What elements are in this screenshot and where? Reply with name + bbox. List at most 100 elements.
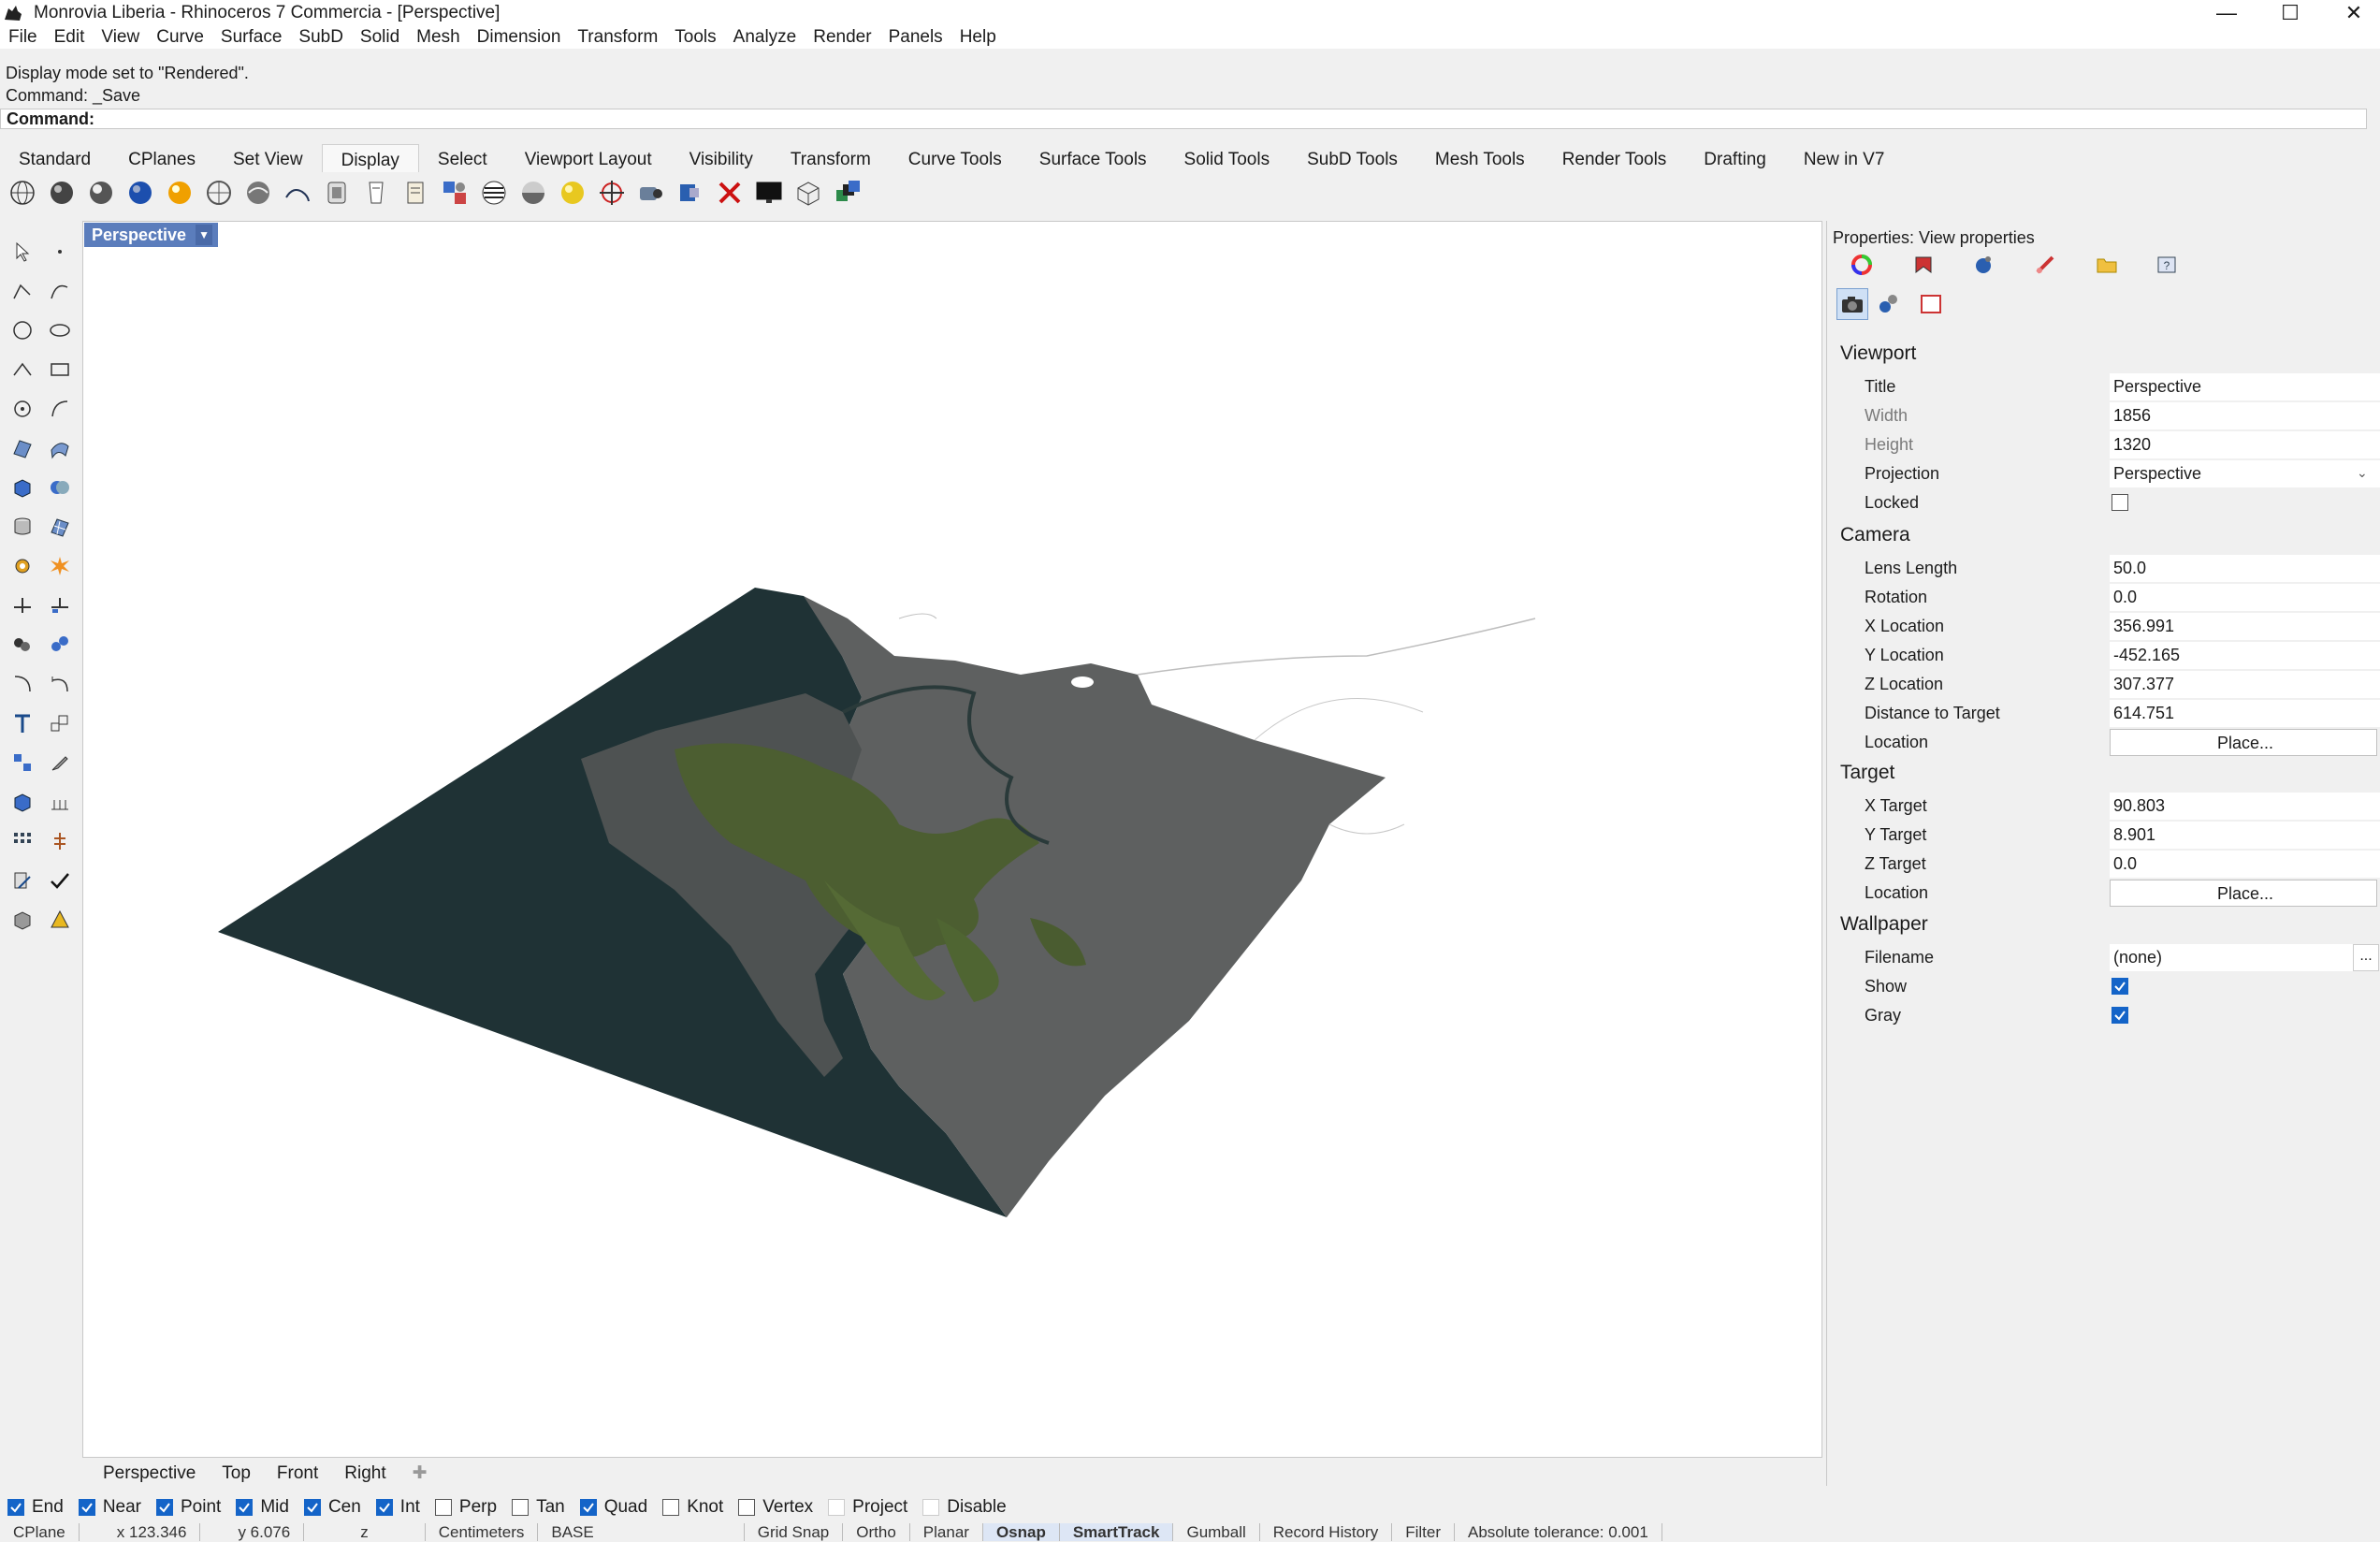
tab-render-tools[interactable]: Render Tools [1544,144,1686,172]
lens-length-field[interactable]: 50.0 [2110,555,2380,582]
checkbox-icon[interactable] [434,1499,452,1516]
menu-dimension[interactable]: Dimension [469,27,570,48]
osnap-end[interactable]: End [7,1497,64,1518]
checkbox-icon[interactable] [738,1499,756,1516]
status-gumball[interactable]: Gumball [1173,1523,1260,1541]
osnap-point[interactable]: Point [156,1497,221,1518]
checkbox-icon[interactable] [828,1499,846,1516]
menu-subd[interactable]: SubD [290,27,352,48]
menu-curve[interactable]: Curve [148,27,212,48]
y-location-field[interactable]: -452.165 [2110,642,2380,669]
rectangle-icon[interactable] [41,350,79,389]
status-filter[interactable]: Filter [1392,1523,1455,1541]
osnap-disable[interactable]: Disable [922,1497,1007,1518]
layers-icon[interactable] [831,176,864,210]
tab-display[interactable]: Display [321,144,419,172]
gray-checkbox[interactable] [2112,1007,2128,1024]
chevron-down-icon[interactable]: ⌄ [2357,465,2368,481]
ghosted-icon[interactable] [123,176,157,210]
checkbox-checked-icon[interactable] [7,1499,24,1516]
monitor-icon[interactable] [752,176,786,210]
arc-icon[interactable] [4,350,41,389]
tab-mesh-tools[interactable]: Mesh Tools [1416,144,1544,172]
offset-icon[interactable] [41,664,79,704]
edit-icon[interactable] [41,743,79,782]
locked-checkbox[interactable] [2112,494,2128,511]
point-icon[interactable] [41,232,79,271]
artistic-icon[interactable] [241,176,275,210]
menu-view[interactable]: View [93,27,148,48]
light-icon[interactable] [634,176,668,210]
mesh-icon[interactable] [41,507,79,546]
target-place-button[interactable]: Place... [2110,880,2377,907]
checkbox-checked-icon[interactable] [236,1499,254,1516]
menu-render[interactable]: Render [805,27,879,48]
tab-standard[interactable]: Standard [0,144,109,172]
menu-help[interactable]: Help [951,27,1005,48]
projection-select[interactable]: Perspective [2110,460,2380,487]
env-map-icon[interactable] [516,176,550,210]
menu-analyze[interactable]: Analyze [725,27,805,48]
help-icon[interactable]: ? [2151,249,2183,281]
status-planar[interactable]: Planar [910,1523,983,1541]
checkbox-icon[interactable] [662,1499,680,1516]
checkbox-checked-icon[interactable] [78,1499,95,1516]
checkbox-icon[interactable] [512,1499,530,1516]
polyline-icon[interactable] [4,271,41,311]
status-units[interactable]: Centimeters [426,1523,539,1541]
menu-tools[interactable]: Tools [666,27,724,48]
z-location-field[interactable]: 307.377 [2110,671,2380,698]
curvature-icon[interactable] [595,176,629,210]
decal-icon[interactable] [1967,249,1999,281]
osnap-int[interactable]: Int [375,1497,420,1518]
status-layer[interactable]: BASE [538,1523,745,1541]
osnap-near[interactable]: Near [78,1497,141,1518]
tab-set-view[interactable]: Set View [214,144,322,172]
sun-icon[interactable] [674,176,707,210]
osnap-quad[interactable]: Quad [579,1497,647,1518]
status-record-history[interactable]: Record History [1260,1523,1393,1541]
tab-front[interactable]: Front [264,1462,331,1486]
checkbox-icon[interactable] [922,1499,940,1516]
color-wheel-icon[interactable] [1846,249,1878,281]
check-icon[interactable] [41,861,79,900]
title-field[interactable]: Perspective [2110,373,2380,400]
menu-panels[interactable]: Panels [880,27,951,48]
menu-surface[interactable]: Surface [212,27,290,48]
menu-mesh[interactable]: Mesh [408,27,468,48]
tab-drafting[interactable]: Drafting [1685,144,1785,172]
osnap-tan[interactable]: Tan [512,1497,565,1518]
dimension-icon[interactable] [41,822,79,861]
distance-field[interactable]: 614.751 [2110,700,2380,727]
viewport-title-tab[interactable]: Perspective ▼ [84,223,219,247]
text-icon[interactable] [4,704,41,743]
boolean-icon[interactable] [41,468,79,507]
tab-perspective[interactable]: Perspective [90,1462,209,1486]
brush-icon[interactable] [2029,249,2061,281]
tab-solid-tools[interactable]: Solid Tools [1166,144,1289,172]
tab-cplanes[interactable]: CPlanes [109,144,214,172]
freeform-icon[interactable] [41,389,79,429]
analyze-icon[interactable] [4,861,41,900]
status-osnap[interactable]: Osnap [982,1523,1060,1541]
box-icon[interactable] [4,468,41,507]
zebra-icon[interactable] [477,176,511,210]
curve-icon[interactable] [41,271,79,311]
tab-visibility[interactable]: Visibility [671,144,772,172]
checkbox-checked-icon[interactable] [375,1499,393,1516]
raytraced-icon[interactable] [359,176,393,210]
wireframe-icon[interactable] [6,176,39,210]
rendered-icon[interactable] [84,176,118,210]
pen-icon[interactable] [281,176,314,210]
osnap-cen[interactable]: Cen [303,1497,361,1518]
z-target-field[interactable]: 0.0 [2110,851,2380,878]
explode-icon[interactable] [41,546,79,586]
maximize-button[interactable]: ☐ [2258,0,2322,26]
fillet-icon[interactable] [4,664,41,704]
status-grid-snap[interactable]: Grid Snap [745,1523,844,1541]
render-icon[interactable] [4,900,41,939]
browse-button[interactable]: ... [2353,944,2379,971]
close-button[interactable]: ✕ [2322,0,2380,26]
rotation-field[interactable]: 0.0 [2110,584,2380,611]
select-arrow-icon[interactable] [4,232,41,271]
